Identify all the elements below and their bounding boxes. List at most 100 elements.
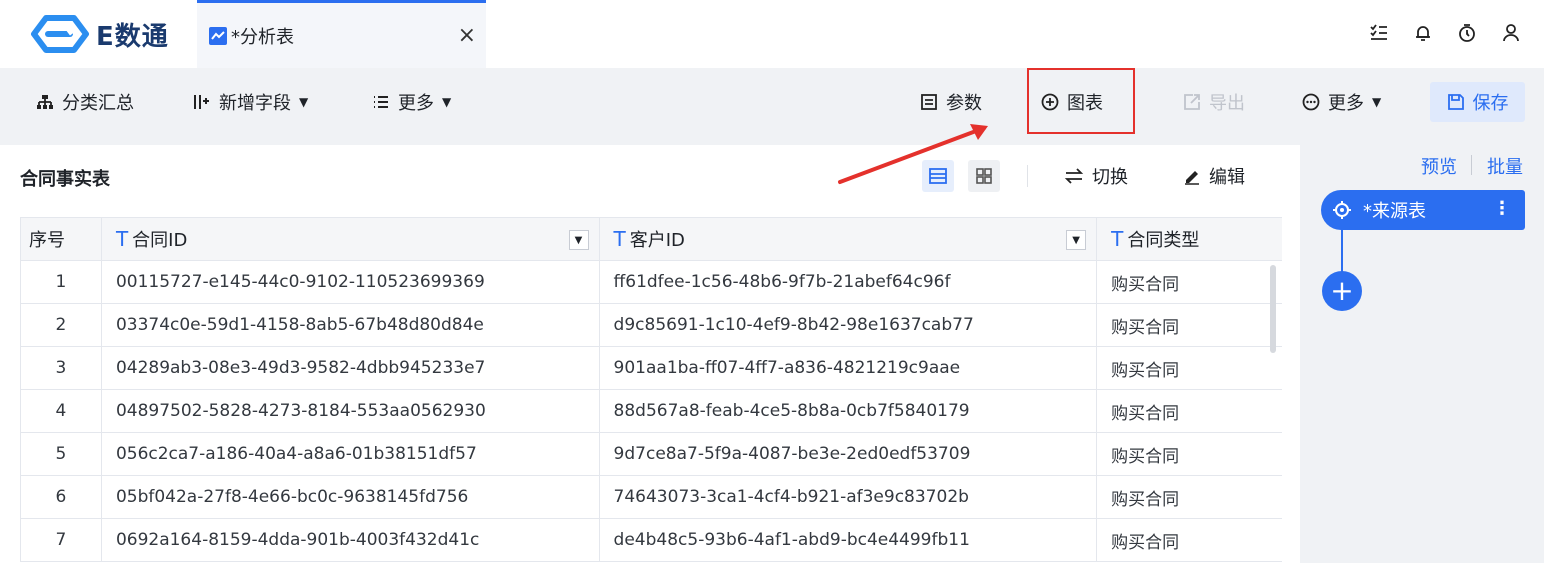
params-button[interactable]: 参数 [920, 88, 982, 116]
edit-icon [1185, 171, 1199, 185]
flow-panel: 预览 批量 *来源表 ⋮ + [1303, 145, 1544, 563]
column-header-contract-id[interactable]: T 合同ID ▼ [102, 218, 600, 260]
main-panel: 合同事实表 切换 编辑 序号 T 合同ID ▼ T 客户ID ▼ T 合同类型 … [0, 145, 1300, 563]
table-scrollbar[interactable] [1270, 265, 1276, 353]
list-icon [374, 96, 388, 108]
cell-contract-type: 购买合同 [1111, 446, 1180, 467]
edit-button[interactable]: 编辑 [1183, 163, 1245, 189]
column-header-contract-type[interactable]: T 合同类型 [1097, 218, 1282, 260]
text-type-icon: T [613, 227, 626, 251]
cell-contract-type: 购买合同 [1111, 532, 1180, 553]
column-dropdown-icon[interactable]: ▼ [568, 230, 589, 250]
cell-index: 3 [21, 347, 102, 389]
table-row[interactable]: 7 0692a164-8159-4dda-901b-4003f432d41c de4… [21, 519, 1282, 562]
annotation-arrow [838, 124, 988, 184]
cell-contract-id: 04897502-5828-4273-8184-553aa0562930 [102, 390, 600, 432]
cell-contract-type: 购买合同 [1111, 403, 1180, 424]
cell-contract-id: 04289ab3-08e3-49d3-9582-4dbb945233e7 [102, 347, 600, 389]
cell-index: 5 [21, 433, 102, 475]
save-label: 保存 [1472, 93, 1509, 114]
cell-index: 4 [21, 390, 102, 432]
group-summary-label: 分类汇总 [62, 93, 134, 114]
add-column-icon [194, 95, 209, 109]
column-header-customer-id[interactable]: T 客户ID ▼ [600, 218, 1098, 260]
export-button[interactable]: 导出 [1183, 88, 1245, 116]
divider [1471, 155, 1472, 175]
table-row[interactable]: 4 04897502-5828-4273-8184-553aa0562930 88d… [21, 390, 1282, 433]
cell-contract-type: 购买合同 [1111, 317, 1180, 338]
cell-contract-type: 购买合同 [1111, 489, 1180, 510]
more-vertical-icon[interactable]: ⋮ [1493, 200, 1511, 218]
column-label: 客户ID [629, 230, 685, 251]
table-row[interactable]: 5 056c2ca7-a186-40a4-a8a6-01b38151df57 9d7… [21, 433, 1282, 476]
table-title: 合同事实表 [20, 169, 110, 190]
cell-contract-id: 00115727-e145-44c0-9102-110523699369 [102, 261, 600, 303]
table-row[interactable]: 6 05bf042a-27f8-4e66-bc0c-9638145fd756 746… [21, 476, 1282, 519]
user-icon[interactable] [1500, 22, 1522, 44]
close-icon[interactable]: × [458, 25, 476, 47]
table-row[interactable]: 2 03374c0e-59d1-4158-8ab5-67b48d80d84e d9c… [21, 304, 1282, 347]
swap-icon [1064, 168, 1084, 184]
divider [1027, 165, 1028, 187]
more-right-label: 更多 [1328, 93, 1364, 114]
cell-contract-id: 03374c0e-59d1-4158-8ab5-67b48d80d84e [102, 304, 600, 346]
cell-index: 6 [21, 476, 102, 518]
more-circle-icon [1302, 93, 1320, 111]
tab-analysis-table[interactable]: *分析表 × [197, 0, 486, 68]
save-icon [1447, 94, 1464, 110]
toolbar: 分类汇总 新增字段 ▼ 更多 ▼ 参数 图表 导出 更多 ▼ [0, 68, 1544, 136]
logo-icon [31, 15, 89, 53]
cell-customer-id: 74643073-3ca1-4cf4-b921-af3e9c83702b [600, 476, 1098, 518]
top-bar: E数通 *分析表 × [0, 0, 1544, 68]
hierarchy-icon [37, 95, 53, 109]
cell-contract-id: 05bf042a-27f8-4e66-bc0c-9638145fd756 [102, 476, 600, 518]
column-label: 合同ID [132, 230, 188, 251]
switch-button[interactable]: 切换 [1064, 163, 1128, 189]
column-dropdown-icon[interactable]: ▼ [1066, 230, 1087, 250]
table-row[interactable]: 1 00115727-e145-44c0-9102-110523699369 ff6… [21, 261, 1282, 304]
cell-customer-id: d9c85691-1c10-4ef9-8b42-98e1637cab77 [600, 304, 1098, 346]
preview-link[interactable]: 预览 [1421, 153, 1457, 179]
crosshair-icon [1333, 201, 1351, 219]
params-icon [921, 94, 937, 110]
add-node-button[interactable]: + [1322, 271, 1362, 311]
text-type-icon: T [115, 227, 129, 251]
caret-down-icon: ▼ [299, 95, 309, 109]
export-label: 导出 [1209, 93, 1245, 114]
column-header-index: 序号 [21, 218, 102, 260]
table-header: 序号 T 合同ID ▼ T 客户ID ▼ T 合同类型 [21, 218, 1282, 261]
more-menu-right[interactable]: 更多 ▼ [1302, 88, 1381, 116]
node-label: *来源表 [1363, 201, 1426, 222]
app-logo[interactable]: E数通 [26, 14, 169, 54]
cell-contract-id: 056c2ca7-a186-40a4-a8a6-01b38151df57 [102, 433, 600, 475]
cell-index: 2 [21, 304, 102, 346]
more-left-label: 更多 [398, 93, 434, 114]
group-summary-button[interactable]: 分类汇总 [36, 88, 134, 116]
cell-contract-type: 购买合同 [1111, 360, 1180, 381]
params-label: 参数 [946, 93, 982, 114]
chart-button-highlight [1027, 68, 1135, 134]
column-label: 合同类型 [1127, 230, 1200, 251]
more-menu-left[interactable]: 更多 ▼ [372, 88, 451, 116]
caret-down-icon: ▼ [1372, 95, 1382, 109]
add-field-button[interactable]: 新增字段 ▼ [193, 88, 308, 116]
cell-customer-id: ff61dfee-1c56-48b6-9f7b-21abef64c96f [600, 261, 1098, 303]
save-button[interactable]: 保存 [1430, 82, 1525, 122]
batch-link[interactable]: 批量 [1487, 153, 1523, 179]
cell-contract-type: 购买合同 [1111, 274, 1180, 295]
export-icon [1184, 94, 1200, 110]
list-check-icon[interactable] [1368, 22, 1390, 44]
connector-line [1341, 230, 1343, 272]
source-table-node[interactable]: *来源表 ⋮ [1321, 190, 1525, 230]
table-row[interactable]: 3 04289ab3-08e3-49d3-9582-4dbb945233e7 901… [21, 347, 1282, 390]
logo-text: E数通 [96, 21, 169, 52]
bell-icon[interactable] [1412, 22, 1434, 44]
tab-label: *分析表 [231, 26, 294, 48]
cell-customer-id: 9d7ce8a7-5f9a-4087-be3e-2ed0edf53709 [600, 433, 1098, 475]
timer-icon[interactable] [1456, 22, 1478, 44]
cell-index: 1 [21, 261, 102, 303]
data-table: 序号 T 合同ID ▼ T 客户ID ▼ T 合同类型 1 00115727-e1… [20, 217, 1282, 562]
add-field-label: 新增字段 [219, 93, 291, 114]
cell-customer-id: 88d567a8-feab-4ce5-8b8a-0cb7f5840179 [600, 390, 1098, 432]
caret-down-icon: ▼ [442, 95, 452, 109]
